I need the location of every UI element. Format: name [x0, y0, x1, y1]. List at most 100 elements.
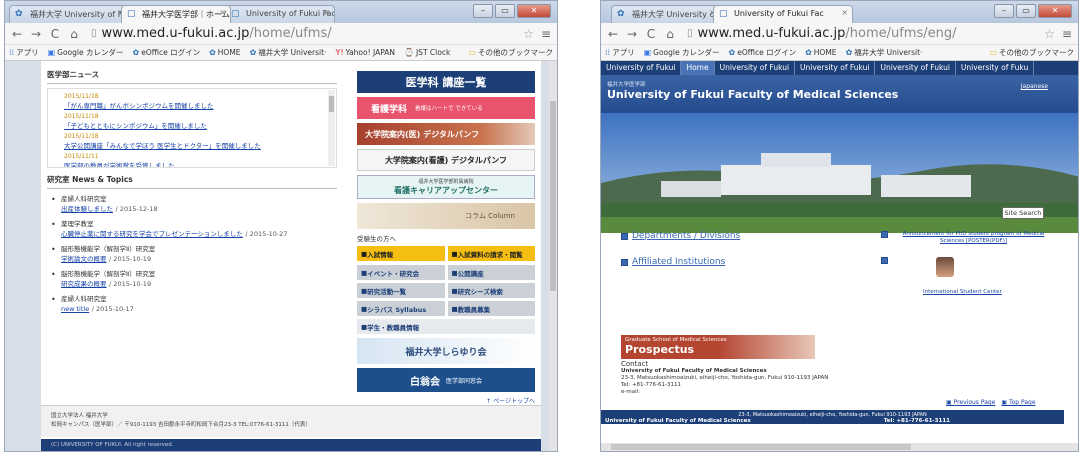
tab-university-of-fukui[interactable]: ✿ 福井大学 University of F ×: [611, 5, 721, 23]
horizontal-scrollbar[interactable]: [601, 443, 1078, 451]
bookmark-university[interactable]: ✿ 福井大学 Universit·: [250, 47, 327, 58]
menu-icon[interactable]: ≡: [1062, 27, 1072, 41]
events-link[interactable]: ■ イベント・研究会: [357, 265, 445, 280]
news-item[interactable]: 2015/11/18 「がん専門職」がんボシンポジウムを開催しました: [64, 93, 326, 110]
page-icon: ▢: [231, 9, 240, 19]
maximize-icon[interactable]: ▭: [1016, 4, 1036, 18]
tab-faculty-eng[interactable]: ▢ University of Fukui Fac ×: [713, 5, 853, 23]
bookmark-yahoo[interactable]: Y! Yahoo! JAPAN: [335, 48, 395, 57]
bookmark-university[interactable]: ✿ 福井大学 Universit·: [846, 47, 923, 58]
admission-docs-button[interactable]: ■ 入試資料の請求・閲覧: [447, 246, 535, 261]
bookmark-other[interactable]: ▭ その他のブックマーク: [468, 47, 553, 58]
syllabus-link[interactable]: ■ シラバス Syllabus: [357, 301, 445, 316]
bookmark-star-icon[interactable]: ☆: [523, 27, 534, 41]
top-page-link[interactable]: ▣ Top Page: [1001, 399, 1035, 406]
student-photo[interactable]: [936, 257, 954, 277]
phd-announcement[interactable]: Announcement for PhD student program of …: [881, 231, 1051, 245]
close-tab-icon[interactable]: ×: [323, 8, 330, 17]
bullet-square-icon: [621, 232, 628, 240]
nav-home[interactable]: Home: [681, 61, 715, 75]
bookmark-calendar[interactable]: ▣ Google カレンダー: [48, 47, 124, 58]
bookmark-star-icon[interactable]: ☆: [1044, 27, 1055, 41]
site-search-button[interactable]: Site Search: [1002, 207, 1044, 219]
reload-icon[interactable]: C: [645, 27, 657, 41]
tab-university-of-fukui[interactable]: ✿ 福井大学 University of F ×: [9, 5, 129, 23]
nav-university[interactable]: University of Fukui: [601, 61, 682, 75]
back-arrow-icon[interactable]: ←: [11, 27, 23, 41]
top-navigation: University of Fukui Home University of F…: [601, 61, 1078, 75]
page-top-link[interactable]: ↑ ページトップへ: [357, 396, 535, 405]
tab-faculty-home[interactable]: ▢ 福井大学医学部｜ホーム ×: [121, 5, 231, 23]
bookmark-other[interactable]: ▭ その他のブックマーク: [989, 47, 1074, 58]
page-footer: 国立大学法人 福井大学 松岡キャンパス（医学部）／ 〒910-1193 吉田郡永…: [41, 405, 541, 437]
departments-link[interactable]: Departments / Divisions: [621, 231, 881, 241]
isc-link[interactable]: International Student Center: [923, 289, 1051, 295]
back-arrow-icon[interactable]: ←: [607, 27, 619, 41]
scroll-thumb[interactable]: [550, 101, 556, 291]
page-links: ▣ Previous Page ▣ Top Page: [946, 399, 1036, 406]
bookmark-eoffice[interactable]: ✿ eOffice ログイン: [729, 47, 797, 58]
tab-faculty-eng[interactable]: ▢ University of Fukui Fac ×: [225, 5, 335, 23]
news-item[interactable]: 2015/11/18 大学公開講座「みんなで学ぼう 医学生とドクター」を開催しまし…: [64, 133, 326, 150]
window-controls: – ▭ ✕: [994, 4, 1072, 18]
folder-icon: ▭: [989, 48, 997, 57]
japanese-link[interactable]: Japanese: [1021, 83, 1048, 90]
close-tab-icon[interactable]: ×: [219, 8, 226, 17]
news-item[interactable]: 2015/11/18 「子どもとともにシンポジウム」を開催しました: [64, 113, 326, 130]
public-lectures-link[interactable]: ■ 公開講座: [447, 265, 535, 280]
hakuei-banner[interactable]: 白翁会 医学部同窓会: [357, 368, 535, 392]
grad-med-banner[interactable]: 大学院案内(医) デジタルパンフ: [357, 123, 535, 145]
bookmarks-bar: ⁞⁞ アプリ ▣ Google カレンダー ✿ eOffice ログイン ✿ HOME …: [601, 45, 1078, 61]
scroll-thumb[interactable]: [329, 96, 334, 112]
column-banner[interactable]: コラム Column: [357, 203, 535, 229]
bookmark-jst-clock[interactable]: ⌚ JST Clock: [404, 48, 450, 57]
home-icon[interactable]: ⌂: [68, 27, 80, 41]
research-list-link[interactable]: ■ 研究活動一覧: [357, 283, 445, 298]
reload-icon[interactable]: C: [49, 27, 61, 41]
left-column: 医学部ニュース 2015/11/18 「がん専門職」がんボシンポジウムを開催しまし…: [47, 69, 337, 320]
address-bar[interactable]: ▯ www.med.u-fukui.ac.jp/home/ufms/: [87, 26, 516, 42]
bookmark-home[interactable]: ✿ HOME: [805, 48, 836, 57]
prospectus-banner[interactable]: Graduate School of Medical Sciences Pros…: [621, 335, 815, 359]
forward-arrow-icon[interactable]: →: [626, 27, 638, 41]
bookmark-apps[interactable]: ⁞⁞ アプリ: [9, 47, 39, 58]
browser-window-english: ✿ 福井大学 University of F × ▢ University of…: [600, 0, 1079, 452]
close-window-icon[interactable]: ✕: [1038, 4, 1072, 18]
apps-icon: ⁞⁞: [9, 48, 15, 57]
career-center-banner[interactable]: 福井大学医学部附属病院 看護キャリアアップセンター: [357, 175, 535, 199]
staff-info-link[interactable]: ■ 学生・教職員情報: [357, 319, 535, 334]
menu-icon[interactable]: ≡: [541, 27, 551, 41]
nav-university[interactable]: University of Fuku: [956, 61, 1035, 75]
shirayuri-banner[interactable]: 福井大学しらゆり会: [357, 338, 535, 364]
close-window-icon[interactable]: ✕: [517, 4, 551, 18]
nav-university[interactable]: University of Fukui: [715, 61, 796, 75]
close-tab-icon[interactable]: ×: [841, 8, 848, 17]
home-icon[interactable]: ⌂: [664, 27, 676, 41]
recruitment-link[interactable]: ■ 教職員募集: [447, 301, 535, 316]
scroll-thumb[interactable]: [611, 444, 911, 450]
address-bar[interactable]: ▯ www.med.u-fukui.ac.jp/home/ufms/eng/: [683, 26, 1037, 42]
course-list-banner[interactable]: 医学科 講座一覧: [357, 71, 535, 93]
bookmark-home[interactable]: ✿ HOME: [209, 48, 240, 57]
page-scrollbar[interactable]: [549, 61, 557, 451]
maximize-icon[interactable]: ▭: [495, 4, 515, 18]
bullet-square-icon: [881, 257, 888, 264]
topics-section: 研究室 News & Topics 産婦人科研究室出産体験しました / 2015…: [47, 174, 337, 314]
nav-university[interactable]: University of Fukui: [795, 61, 876, 75]
minimize-icon[interactable]: –: [473, 4, 493, 18]
admission-info-button[interactable]: ■ 入試情報: [357, 246, 445, 261]
bookmark-apps[interactable]: ⁞⁞ アプリ: [605, 47, 635, 58]
research-seeds-link[interactable]: ■ 研究シーズ検索: [447, 283, 535, 298]
grad-nursing-banner[interactable]: 大学院案内(看護) デジタルパンフ: [357, 149, 535, 171]
news-scrollbar[interactable]: [328, 90, 335, 166]
minimize-icon[interactable]: –: [994, 4, 1014, 18]
bookmark-eoffice[interactable]: ✿ eOffice ログイン: [133, 47, 201, 58]
news-item[interactable]: 2015/11/11 医学部の教員が学術賞を受賞しました: [64, 153, 326, 167]
affiliated-link[interactable]: Affiliated Institutions: [621, 257, 881, 267]
bookmark-calendar[interactable]: ▣ Google カレンダー: [644, 47, 720, 58]
tab-strip: ✿ 福井大学 University of F × ▢ 福井大学医学部｜ホーム ×…: [5, 1, 557, 23]
nursing-banner[interactable]: 看護学科 看護はハートで できている: [357, 97, 535, 119]
forward-arrow-icon[interactable]: →: [30, 27, 42, 41]
previous-page-link[interactable]: ▣ Previous Page: [946, 399, 995, 406]
nav-university[interactable]: University of Fukui: [875, 61, 956, 75]
